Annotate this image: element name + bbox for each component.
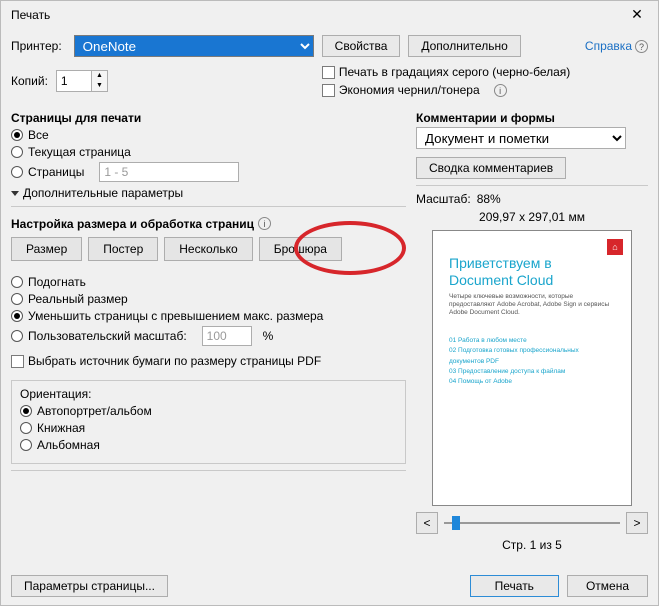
scale-value: 88% <box>477 192 501 206</box>
radio-icon <box>11 293 23 305</box>
checkbox-icon <box>322 66 335 79</box>
orient-portrait-label: Книжная <box>37 421 85 435</box>
radio-icon <box>20 439 32 451</box>
pages-all-radio[interactable]: Все <box>11 128 406 142</box>
summary-button[interactable]: Сводка комментариев <box>416 157 566 179</box>
tab-poster[interactable]: Постер <box>88 237 158 261</box>
close-icon[interactable]: ✕ <box>624 5 650 25</box>
spinner-down-icon[interactable]: ▼ <box>92 81 107 91</box>
orient-auto-label: Автопортрет/альбом <box>37 404 152 418</box>
preview-doc-sub: Четыре ключевые возможности, которые пре… <box>449 293 615 318</box>
checkbox-icon <box>322 84 335 97</box>
orient-landscape-label: Альбомная <box>37 438 100 452</box>
orient-landscape-radio[interactable]: Альбомная <box>20 438 397 452</box>
cancel-button[interactable]: Отмена <box>567 575 648 597</box>
print-button[interactable]: Печать <box>470 575 559 597</box>
prev-page-button[interactable]: < <box>416 512 438 534</box>
pct-label: % <box>263 329 274 343</box>
radio-icon <box>11 330 23 342</box>
next-page-button[interactable]: > <box>626 512 648 534</box>
pages-current-label: Текущая страница <box>28 145 131 159</box>
radio-icon <box>11 166 23 178</box>
pages-range-label: Страницы <box>28 165 84 179</box>
spinner-up-icon[interactable]: ▲ <box>92 71 107 81</box>
pages-range-input[interactable] <box>99 162 239 182</box>
copies-spinner[interactable]: ▲ ▼ <box>56 70 108 92</box>
properties-button[interactable]: Свойства <box>322 35 401 57</box>
more-options-toggle[interactable]: Дополнительные параметры <box>11 186 406 200</box>
comments-select[interactable]: Документ и пометки <box>416 127 626 149</box>
page-preview: ⌂ Приветствуем в Document Cloud Четыре к… <box>432 230 632 506</box>
preview-doc-title: Приветствуем в Document Cloud <box>449 255 615 289</box>
tab-size[interactable]: Размер <box>11 237 82 261</box>
radio-icon <box>11 276 23 288</box>
actual-radio[interactable]: Реальный размер <box>11 292 406 306</box>
page-setup-button[interactable]: Параметры страницы... <box>11 575 168 597</box>
saveink-checkbox[interactable]: Экономия чернил/тонера i <box>322 83 570 97</box>
preview-doc-list: 01 Работа в любом месте 02 Подготовка го… <box>449 336 615 388</box>
orientation-title: Ориентация: <box>20 387 397 401</box>
advanced-button[interactable]: Дополнительно <box>408 35 520 57</box>
copies-label: Копий: <box>11 74 48 88</box>
radio-icon <box>20 422 32 434</box>
help-link[interactable]: Справка ? <box>585 39 648 53</box>
shrink-radio[interactable]: Уменьшить страницы с превышением макс. р… <box>11 309 406 323</box>
help-text: Справка <box>585 39 632 53</box>
fit-radio[interactable]: Подогнать <box>11 275 406 289</box>
custom-scale-input[interactable] <box>202 326 252 346</box>
page-slider[interactable] <box>444 514 620 532</box>
window-title: Печать <box>11 8 50 22</box>
adobe-icon: ⌂ <box>607 239 623 255</box>
paper-source-label: Выбрать источник бумаги по размеру стран… <box>28 354 321 368</box>
pages-all-label: Все <box>28 128 49 142</box>
printer-select[interactable]: OneNote <box>74 35 314 57</box>
copies-input[interactable] <box>57 71 91 91</box>
checkbox-icon <box>11 355 24 368</box>
tab-multi[interactable]: Несколько <box>164 237 252 261</box>
printer-label: Принтер: <box>11 39 62 53</box>
preview-dims: 209,97 x 297,01 мм <box>416 210 648 224</box>
saveink-label: Экономия чернил/тонера <box>339 83 480 97</box>
scale-label: Масштаб: <box>416 192 471 206</box>
orient-portrait-radio[interactable]: Книжная <box>20 421 397 435</box>
pages-current-radio[interactable]: Текущая страница <box>11 145 406 159</box>
grayscale-checkbox[interactable]: Печать в градациях серого (черно-белая) <box>322 65 570 79</box>
comments-title: Комментарии и формы <box>416 111 648 125</box>
info-icon: i <box>494 84 507 97</box>
size-group-title: Настройка размера и обработка страниц <box>11 217 254 231</box>
grayscale-label: Печать в градациях серого (черно-белая) <box>339 65 570 79</box>
more-options-label: Дополнительные параметры <box>23 186 183 200</box>
actual-label: Реальный размер <box>28 292 128 306</box>
pages-range-radio[interactable]: Страницы <box>11 162 406 182</box>
custom-label: Пользовательский масштаб: <box>28 329 187 343</box>
tab-booklet[interactable]: Брошюра <box>259 237 342 261</box>
custom-radio[interactable]: Пользовательский масштаб: % <box>11 326 406 346</box>
page-indicator: Стр. 1 из 5 <box>416 538 648 552</box>
pages-group-title: Страницы для печати <box>11 111 406 125</box>
radio-icon <box>11 129 23 141</box>
paper-source-checkbox[interactable]: Выбрать источник бумаги по размеру стран… <box>11 354 406 368</box>
shrink-label: Уменьшить страницы с превышением макс. р… <box>28 309 323 323</box>
info-icon: i <box>258 217 271 230</box>
chevron-down-icon <box>11 191 19 196</box>
radio-icon <box>11 310 23 322</box>
help-icon: ? <box>635 40 648 53</box>
radio-icon <box>20 405 32 417</box>
radio-icon <box>11 146 23 158</box>
slider-thumb-icon[interactable] <box>452 516 460 530</box>
fit-label: Подогнать <box>28 275 86 289</box>
orient-auto-radio[interactable]: Автопортрет/альбом <box>20 404 397 418</box>
